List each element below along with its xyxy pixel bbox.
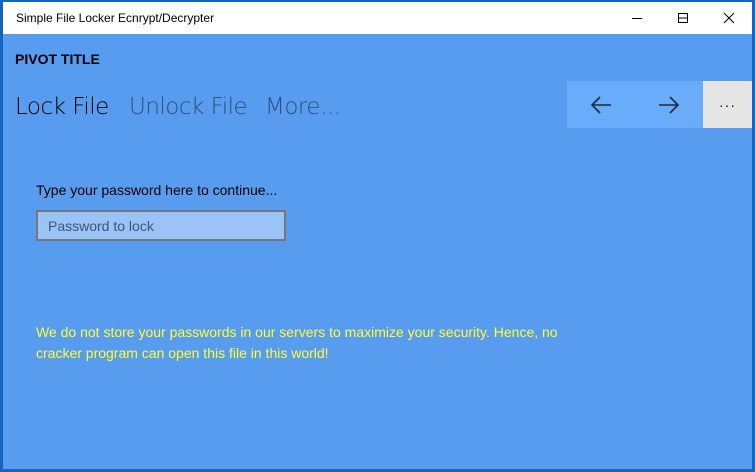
arrow-left-icon bbox=[590, 95, 611, 114]
forward-button[interactable] bbox=[635, 81, 703, 128]
arrow-right-icon bbox=[659, 95, 680, 114]
tab-more[interactable]: More... bbox=[265, 94, 341, 120]
password-prompt: Type your password here to continue... bbox=[36, 182, 278, 198]
app-window: Simple File Locker Ecnrypt/Decrypter PIV… bbox=[3, 2, 752, 469]
maximize-button[interactable] bbox=[660, 2, 706, 34]
close-button[interactable] bbox=[706, 2, 752, 34]
pivot-title: PIVOT TITLE bbox=[15, 51, 100, 67]
minimize-btn[interactable] bbox=[614, 2, 660, 34]
back-button[interactable] bbox=[567, 81, 635, 128]
security-notice: We do not store your passwords in our se… bbox=[36, 324, 558, 361]
command-bar bbox=[567, 81, 703, 128]
tab-lock-file[interactable]: Lock File bbox=[15, 94, 109, 120]
minimize-icon bbox=[632, 18, 642, 19]
more-button[interactable]: ··· bbox=[703, 81, 752, 128]
window-title: Simple File Locker Ecnrypt/Decrypter bbox=[16, 11, 215, 25]
password-input[interactable] bbox=[36, 210, 286, 241]
tab-unlock-file[interactable]: Unlock File bbox=[129, 94, 248, 120]
maximize-icon bbox=[678, 13, 688, 23]
close-icon bbox=[723, 12, 735, 24]
